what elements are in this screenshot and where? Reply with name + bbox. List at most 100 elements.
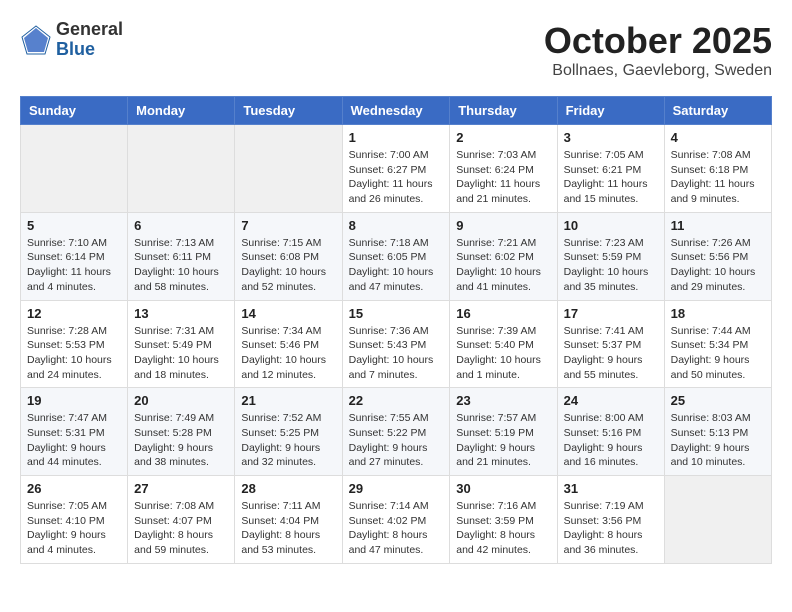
calendar-cell: 13 Sunrise: 7:31 AM Sunset: 5:49 PM Dayli… (128, 300, 235, 388)
day-number: 26 (27, 481, 121, 496)
calendar-cell: 12 Sunrise: 7:28 AM Sunset: 5:53 PM Dayli… (21, 300, 128, 388)
calendar-cell: 27 Sunrise: 7:08 AM Sunset: 4:07 PM Dayli… (128, 476, 235, 564)
calendar-week-row: 26 Sunrise: 7:05 AM Sunset: 4:10 PM Dayli… (21, 476, 772, 564)
day-number: 18 (671, 306, 765, 321)
page-header: General Blue October 2025 Bollnaes, Gaev… (20, 20, 772, 80)
day-info: Sunrise: 7:05 AM Sunset: 6:21 PM Dayligh… (564, 148, 658, 207)
day-number: 29 (349, 481, 444, 496)
calendar-cell: 8Sunrise: 7:18 AM Sunset: 6:05 PM Daylig… (342, 212, 450, 300)
day-number: 12 (27, 306, 121, 321)
logo-icon (20, 24, 52, 56)
calendar-week-row: 1Sunrise: 7:00 AM Sunset: 6:27 PM Daylig… (21, 125, 772, 213)
day-number: 5 (27, 218, 121, 233)
calendar-cell (21, 125, 128, 213)
calendar-cell: 24 Sunrise: 8:00 AM Sunset: 5:16 PM Dayli… (557, 388, 664, 476)
day-info: Sunrise: 7:47 AM Sunset: 5:31 PM Dayligh… (27, 411, 121, 470)
day-info: Sunrise: 7:34 AM Sunset: 5:46 PM Dayligh… (241, 324, 335, 383)
calendar-cell: 14 Sunrise: 7:34 AM Sunset: 5:46 PM Dayli… (235, 300, 342, 388)
month-title: October 2025 (544, 20, 772, 62)
calendar-cell: 25Sunrise: 8:03 AM Sunset: 5:13 PM Dayli… (664, 388, 771, 476)
day-info: Sunrise: 7:49 AM Sunset: 5:28 PM Dayligh… (134, 411, 228, 470)
logo-text: General Blue (56, 20, 123, 60)
day-number: 27 (134, 481, 228, 496)
calendar: SundayMondayTuesdayWednesdayThursdayFrid… (20, 96, 772, 564)
day-number: 9 (456, 218, 550, 233)
calendar-cell: 29 Sunrise: 7:14 AM Sunset: 4:02 PM Dayli… (342, 476, 450, 564)
calendar-cell: 30Sunrise: 7:16 AM Sunset: 3:59 PM Dayli… (450, 476, 557, 564)
calendar-cell (235, 125, 342, 213)
weekday-header: Tuesday (235, 97, 342, 125)
day-number: 16 (456, 306, 550, 321)
day-number: 13 (134, 306, 228, 321)
calendar-cell: 26 Sunrise: 7:05 AM Sunset: 4:10 PM Dayli… (21, 476, 128, 564)
day-info: Sunrise: 7:08 AM Sunset: 4:07 PM Dayligh… (134, 499, 228, 558)
calendar-cell: 6 Sunrise: 7:13 AM Sunset: 6:11 PM Daylig… (128, 212, 235, 300)
day-number: 24 (564, 393, 658, 408)
calendar-cell: 9 Sunrise: 7:21 AM Sunset: 6:02 PM Daylig… (450, 212, 557, 300)
day-info: Sunrise: 7:05 AM Sunset: 4:10 PM Dayligh… (27, 499, 121, 558)
calendar-cell: 31Sunrise: 7:19 AM Sunset: 3:56 PM Dayli… (557, 476, 664, 564)
title-section: October 2025 Bollnaes, Gaevleborg, Swede… (544, 20, 772, 80)
day-number: 22 (349, 393, 444, 408)
day-number: 25 (671, 393, 765, 408)
calendar-cell (128, 125, 235, 213)
calendar-cell: 10Sunrise: 7:23 AM Sunset: 5:59 PM Dayli… (557, 212, 664, 300)
weekday-header-row: SundayMondayTuesdayWednesdayThursdayFrid… (21, 97, 772, 125)
day-info: Sunrise: 7:14 AM Sunset: 4:02 PM Dayligh… (349, 499, 444, 558)
logo-general: General (56, 20, 123, 40)
weekday-header: Thursday (450, 97, 557, 125)
day-number: 6 (134, 218, 228, 233)
day-number: 28 (241, 481, 335, 496)
day-info: Sunrise: 7:31 AM Sunset: 5:49 PM Dayligh… (134, 324, 228, 383)
calendar-cell: 23 Sunrise: 7:57 AM Sunset: 5:19 PM Dayli… (450, 388, 557, 476)
day-number: 21 (241, 393, 335, 408)
day-info: Sunrise: 8:00 AM Sunset: 5:16 PM Dayligh… (564, 411, 658, 470)
day-info: Sunrise: 7:57 AM Sunset: 5:19 PM Dayligh… (456, 411, 550, 470)
calendar-cell: 28 Sunrise: 7:11 AM Sunset: 4:04 PM Dayli… (235, 476, 342, 564)
calendar-cell: 11 Sunrise: 7:26 AM Sunset: 5:56 PM Dayli… (664, 212, 771, 300)
day-number: 1 (349, 130, 444, 145)
day-number: 15 (349, 306, 444, 321)
day-number: 14 (241, 306, 335, 321)
day-info: Sunrise: 7:21 AM Sunset: 6:02 PM Dayligh… (456, 236, 550, 295)
day-info: Sunrise: 7:03 AM Sunset: 6:24 PM Dayligh… (456, 148, 550, 207)
logo: General Blue (20, 20, 123, 60)
day-info: Sunrise: 7:39 AM Sunset: 5:40 PM Dayligh… (456, 324, 550, 383)
calendar-cell: 17 Sunrise: 7:41 AM Sunset: 5:37 PM Dayli… (557, 300, 664, 388)
day-info: Sunrise: 7:26 AM Sunset: 5:56 PM Dayligh… (671, 236, 765, 295)
day-info: Sunrise: 7:28 AM Sunset: 5:53 PM Dayligh… (27, 324, 121, 383)
day-info: Sunrise: 7:15 AM Sunset: 6:08 PM Dayligh… (241, 236, 335, 295)
logo-blue: Blue (56, 40, 123, 60)
day-info: Sunrise: 7:52 AM Sunset: 5:25 PM Dayligh… (241, 411, 335, 470)
day-number: 4 (671, 130, 765, 145)
calendar-week-row: 12 Sunrise: 7:28 AM Sunset: 5:53 PM Dayli… (21, 300, 772, 388)
day-number: 19 (27, 393, 121, 408)
day-number: 3 (564, 130, 658, 145)
day-info: Sunrise: 7:44 AM Sunset: 5:34 PM Dayligh… (671, 324, 765, 383)
day-info: Sunrise: 7:10 AM Sunset: 6:14 PM Dayligh… (27, 236, 121, 295)
weekday-header: Saturday (664, 97, 771, 125)
day-number: 2 (456, 130, 550, 145)
calendar-cell: 19 Sunrise: 7:47 AM Sunset: 5:31 PM Dayli… (21, 388, 128, 476)
location: Bollnaes, Gaevleborg, Sweden (544, 62, 772, 80)
calendar-week-row: 5 Sunrise: 7:10 AM Sunset: 6:14 PM Daylig… (21, 212, 772, 300)
day-info: Sunrise: 7:41 AM Sunset: 5:37 PM Dayligh… (564, 324, 658, 383)
day-number: 10 (564, 218, 658, 233)
day-info: Sunrise: 7:13 AM Sunset: 6:11 PM Dayligh… (134, 236, 228, 295)
day-info: Sunrise: 7:08 AM Sunset: 6:18 PM Dayligh… (671, 148, 765, 207)
weekday-header: Sunday (21, 97, 128, 125)
calendar-cell: 22Sunrise: 7:55 AM Sunset: 5:22 PM Dayli… (342, 388, 450, 476)
day-info: Sunrise: 7:18 AM Sunset: 6:05 PM Dayligh… (349, 236, 444, 295)
calendar-cell: 21 Sunrise: 7:52 AM Sunset: 5:25 PM Dayli… (235, 388, 342, 476)
day-number: 17 (564, 306, 658, 321)
day-number: 30 (456, 481, 550, 496)
day-info: Sunrise: 7:11 AM Sunset: 4:04 PM Dayligh… (241, 499, 335, 558)
weekday-header: Monday (128, 97, 235, 125)
calendar-cell: 3 Sunrise: 7:05 AM Sunset: 6:21 PM Daylig… (557, 125, 664, 213)
calendar-cell: 15Sunrise: 7:36 AM Sunset: 5:43 PM Dayli… (342, 300, 450, 388)
day-number: 23 (456, 393, 550, 408)
day-number: 11 (671, 218, 765, 233)
calendar-cell: 4 Sunrise: 7:08 AM Sunset: 6:18 PM Daylig… (664, 125, 771, 213)
day-number: 7 (241, 218, 335, 233)
weekday-header: Friday (557, 97, 664, 125)
